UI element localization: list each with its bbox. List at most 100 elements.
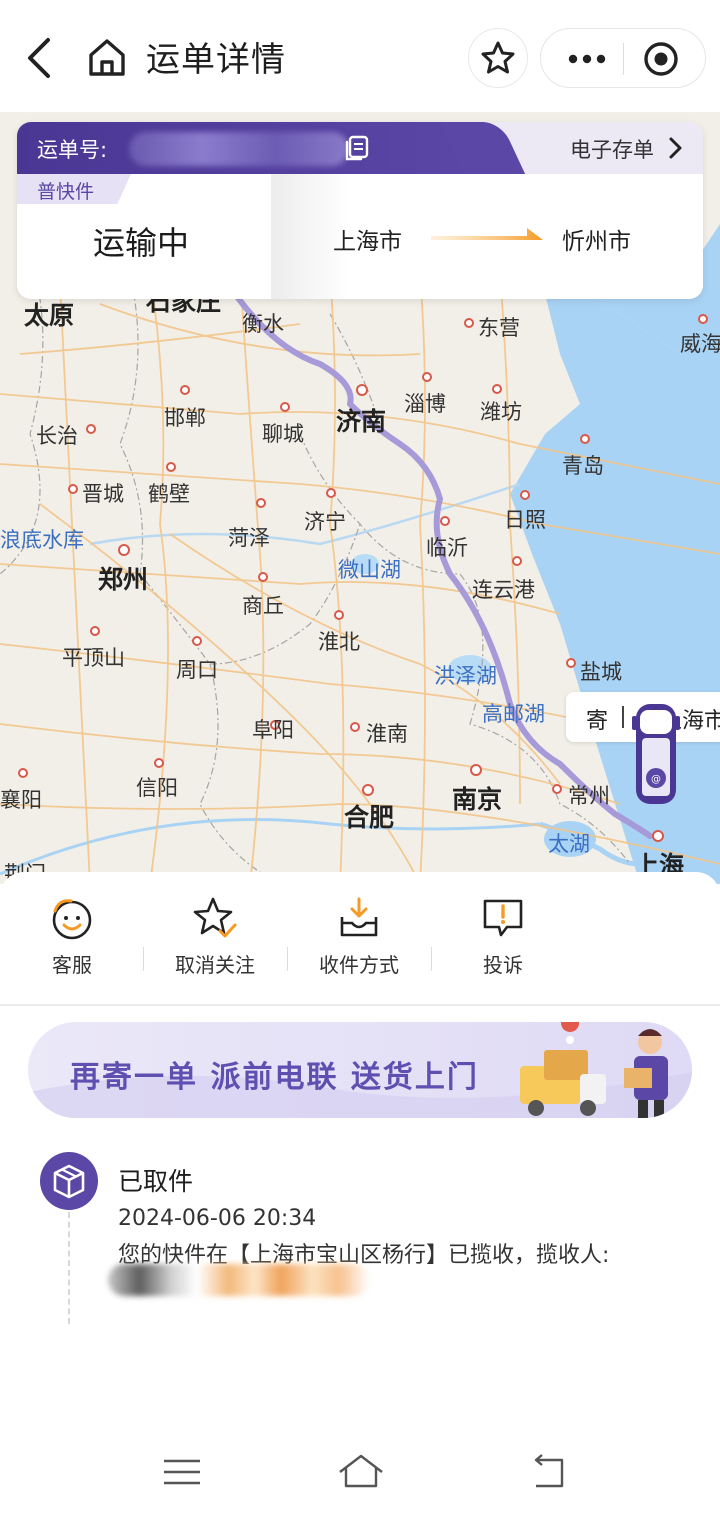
map-label-nanjing: 南京 — [452, 785, 503, 814]
map-label-gaoyouhu: 高邮湖 — [482, 702, 545, 726]
city-marker — [68, 484, 78, 494]
city-marker — [256, 498, 266, 508]
map-label-taihu: 太湖 — [548, 832, 590, 856]
map-label-xinyang: 信阳 — [136, 776, 178, 800]
map-label-hongzehu: 洪泽湖 — [434, 664, 497, 688]
service-type-label: 普快件 — [37, 181, 95, 203]
map-label-handan: 邯郸 — [164, 406, 206, 430]
complaint-button[interactable]: 投诉 — [433, 895, 573, 985]
delivery-truck-icon: @ — [632, 704, 680, 804]
promo-banner[interactable]: 再寄一单 派前电联 送货上门 — [28, 1022, 692, 1118]
city-marker — [334, 610, 344, 620]
unfollow-button[interactable]: 取消关注 — [145, 895, 285, 985]
section-divider — [0, 1004, 720, 1006]
map-label-reservoir: 浪底水库 — [0, 528, 84, 552]
map-label-weihai: 威海 — [680, 332, 720, 356]
city-marker — [258, 572, 268, 582]
banner-text: 再寄一单 派前电联 送货上门 — [70, 1060, 479, 1095]
destination-city: 忻州市 — [562, 229, 631, 255]
copy-icon[interactable] — [343, 134, 371, 162]
city-marker — [470, 764, 482, 776]
nav-back-icon[interactable] — [528, 1454, 570, 1490]
action-divider — [431, 947, 432, 971]
page-title: 运单详情 — [146, 40, 286, 80]
back-arrow-icon[interactable] — [18, 34, 62, 82]
miniprogram-capsule — [540, 28, 706, 88]
map-label-zhengzhou: 郑州 — [98, 565, 149, 594]
nav-home-icon[interactable] — [336, 1452, 386, 1492]
map-label-heze: 菏泽 — [228, 526, 270, 550]
map-label-huaibei: 淮北 — [318, 630, 360, 654]
menu-icon[interactable] — [160, 1456, 204, 1488]
map-label-hefei: 合肥 — [344, 803, 395, 832]
complaint-icon — [483, 899, 523, 937]
map-label-rizhao: 日照 — [504, 508, 546, 532]
action-label: 客服 — [52, 953, 92, 977]
map-label-changzhou: 常州 — [568, 784, 610, 808]
action-label: 收件方式 — [319, 953, 399, 977]
map-label-zibo: 淄博 — [404, 392, 446, 416]
city-marker — [192, 636, 202, 646]
action-divider — [287, 947, 288, 971]
map-label-shangqiu: 商丘 — [242, 594, 284, 618]
map-label-zhoukou: 周口 — [176, 658, 218, 682]
map-label-qingdao: 青岛 — [562, 454, 604, 478]
map-label-changzhi: 长治 — [36, 424, 78, 448]
map-label-weishanhu: 微山湖 — [338, 558, 401, 582]
capsule-divider — [623, 43, 624, 75]
city-marker — [280, 402, 290, 412]
map-label-taiyuan: 太原 — [24, 301, 75, 330]
map-label-jinan: 济南 — [336, 407, 387, 436]
city-marker — [362, 784, 374, 796]
city-marker — [350, 722, 360, 732]
courier-truck-illustration — [520, 1022, 668, 1118]
system-navigation-bar — [0, 1440, 720, 1515]
map-label-yancheng: 盐城 — [580, 660, 622, 684]
waybill-number-label: 运单号: — [37, 138, 108, 162]
city-marker — [698, 314, 708, 324]
timeline-connector — [68, 1212, 70, 1324]
map-label-liaocheng: 聊城 — [262, 422, 304, 446]
city-marker — [552, 784, 562, 794]
map-label-xiangyang: 襄阳 — [0, 788, 42, 812]
city-marker — [356, 384, 368, 396]
city-marker — [512, 556, 522, 566]
map-label-lianyungang: 连云港 — [472, 578, 535, 602]
svg-text:@: @ — [651, 774, 661, 785]
waybill-number-redacted — [129, 132, 349, 166]
city-marker — [492, 384, 502, 394]
route-arrow-icon — [431, 228, 543, 240]
sender-divider — [622, 706, 624, 728]
city-marker — [652, 830, 664, 842]
electronic-order-link[interactable]: 电子存单 — [570, 134, 654, 164]
favorite-button[interactable] — [468, 28, 528, 88]
shipment-status: 运输中 — [93, 224, 190, 262]
city-marker — [440, 516, 450, 526]
chevron-right-icon[interactable] — [667, 136, 683, 160]
map-label-hengshui: 衡水 — [242, 312, 284, 336]
map-label-jining: 济宁 — [304, 510, 346, 534]
city-marker — [18, 768, 28, 778]
courier-name-redacted — [108, 1264, 370, 1296]
close-miniprogram-icon[interactable] — [643, 41, 679, 77]
map-label-linyi: 临沂 — [426, 536, 468, 560]
map-label-fuyang: 阜阳 — [252, 718, 294, 742]
package-status-icon — [40, 1152, 98, 1210]
action-label: 取消关注 — [175, 953, 255, 977]
top-bar: 运单详情 — [0, 0, 720, 112]
map-label-weifang: 潍坊 — [480, 400, 522, 424]
action-label: 投诉 — [483, 953, 523, 977]
map-label-huainan: 淮南 — [366, 722, 408, 746]
city-marker — [180, 385, 190, 395]
more-options-icon[interactable] — [567, 49, 607, 69]
city-marker — [154, 758, 164, 768]
tracking-event-time: 2024-06-06 20:34 — [118, 1206, 317, 1231]
customer-service-button[interactable]: 客服 — [2, 895, 142, 985]
origin-city: 上海市 — [333, 229, 402, 255]
delivery-method-button[interactable]: 收件方式 — [289, 895, 429, 985]
star-icon — [481, 41, 515, 74]
home-icon[interactable] — [86, 36, 128, 78]
city-marker — [580, 434, 590, 444]
action-divider — [143, 947, 144, 971]
city-marker — [422, 372, 432, 382]
